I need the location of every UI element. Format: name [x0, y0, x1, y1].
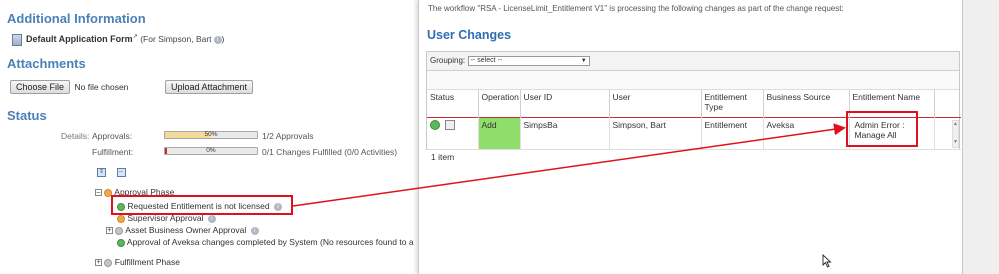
annotation-arrow: [292, 123, 846, 207]
annotation-arrow-line: [292, 123, 846, 207]
